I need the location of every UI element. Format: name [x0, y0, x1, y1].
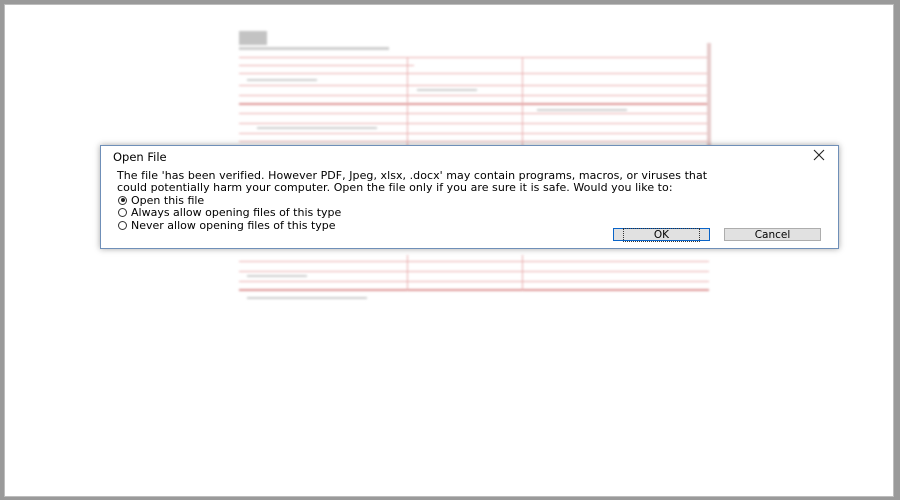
document-rule	[239, 57, 709, 58]
dialog-message: The file 'has been verified. However PDF…	[117, 170, 817, 194]
document-rule	[239, 103, 709, 105]
document-column-rule	[522, 255, 523, 291]
radio-button[interactable]	[118, 208, 127, 217]
radio-button-selected[interactable]	[118, 195, 127, 205]
option-label: Open this file	[131, 193, 205, 207]
document-rule	[239, 65, 414, 66]
dialog-title: Open File	[113, 150, 167, 164]
document-logo	[239, 31, 267, 45]
message-line-2: could potentially harm your computer. Op…	[117, 181, 673, 194]
document-rule	[239, 289, 709, 291]
option-label: Always allow opening files of this type	[131, 206, 342, 219]
document-rule	[239, 113, 709, 114]
document-column-rule	[407, 57, 408, 152]
document-rule	[239, 281, 709, 282]
cancel-button[interactable]: Cancel	[724, 228, 821, 241]
document-rule	[239, 261, 709, 262]
document-viewport: Open File The file 'has been verified. H…	[4, 4, 894, 497]
document-text	[247, 297, 367, 299]
document-column-rule	[407, 255, 408, 291]
open-file-dialog: Open File The file 'has been verified. H…	[100, 145, 839, 249]
document-side-bar	[707, 43, 711, 153]
ok-button[interactable]: OK	[613, 227, 710, 242]
document-text	[247, 79, 317, 81]
document-rule	[239, 271, 709, 272]
ok-button-label: OK	[622, 227, 701, 242]
document-text	[257, 127, 377, 129]
cancel-button-label: Cancel	[754, 228, 791, 241]
document-heading	[239, 47, 389, 50]
document-rule	[239, 133, 709, 134]
option-label: Never allow opening files of this type	[131, 218, 336, 232]
option-group: Open this file Always allow opening file…	[118, 194, 341, 232]
document-rule	[239, 85, 709, 86]
document-rule	[239, 95, 709, 96]
document-column-rule	[522, 57, 523, 152]
document-rule	[239, 141, 709, 142]
option-always-allow[interactable]: Always allow opening files of this type	[118, 206, 342, 219]
close-icon	[813, 149, 825, 164]
option-open-this-file[interactable]: Open this file	[118, 193, 341, 207]
document-text	[537, 109, 627, 111]
close-button[interactable]	[810, 148, 828, 164]
radio-button[interactable]	[118, 220, 127, 230]
document-rule	[239, 73, 709, 74]
document-text	[247, 275, 307, 277]
document-rule	[239, 123, 709, 124]
dialog-titlebar[interactable]: Open File	[101, 146, 838, 166]
option-never-allow[interactable]: Never allow opening files of this type	[118, 218, 341, 232]
document-text	[417, 89, 477, 91]
